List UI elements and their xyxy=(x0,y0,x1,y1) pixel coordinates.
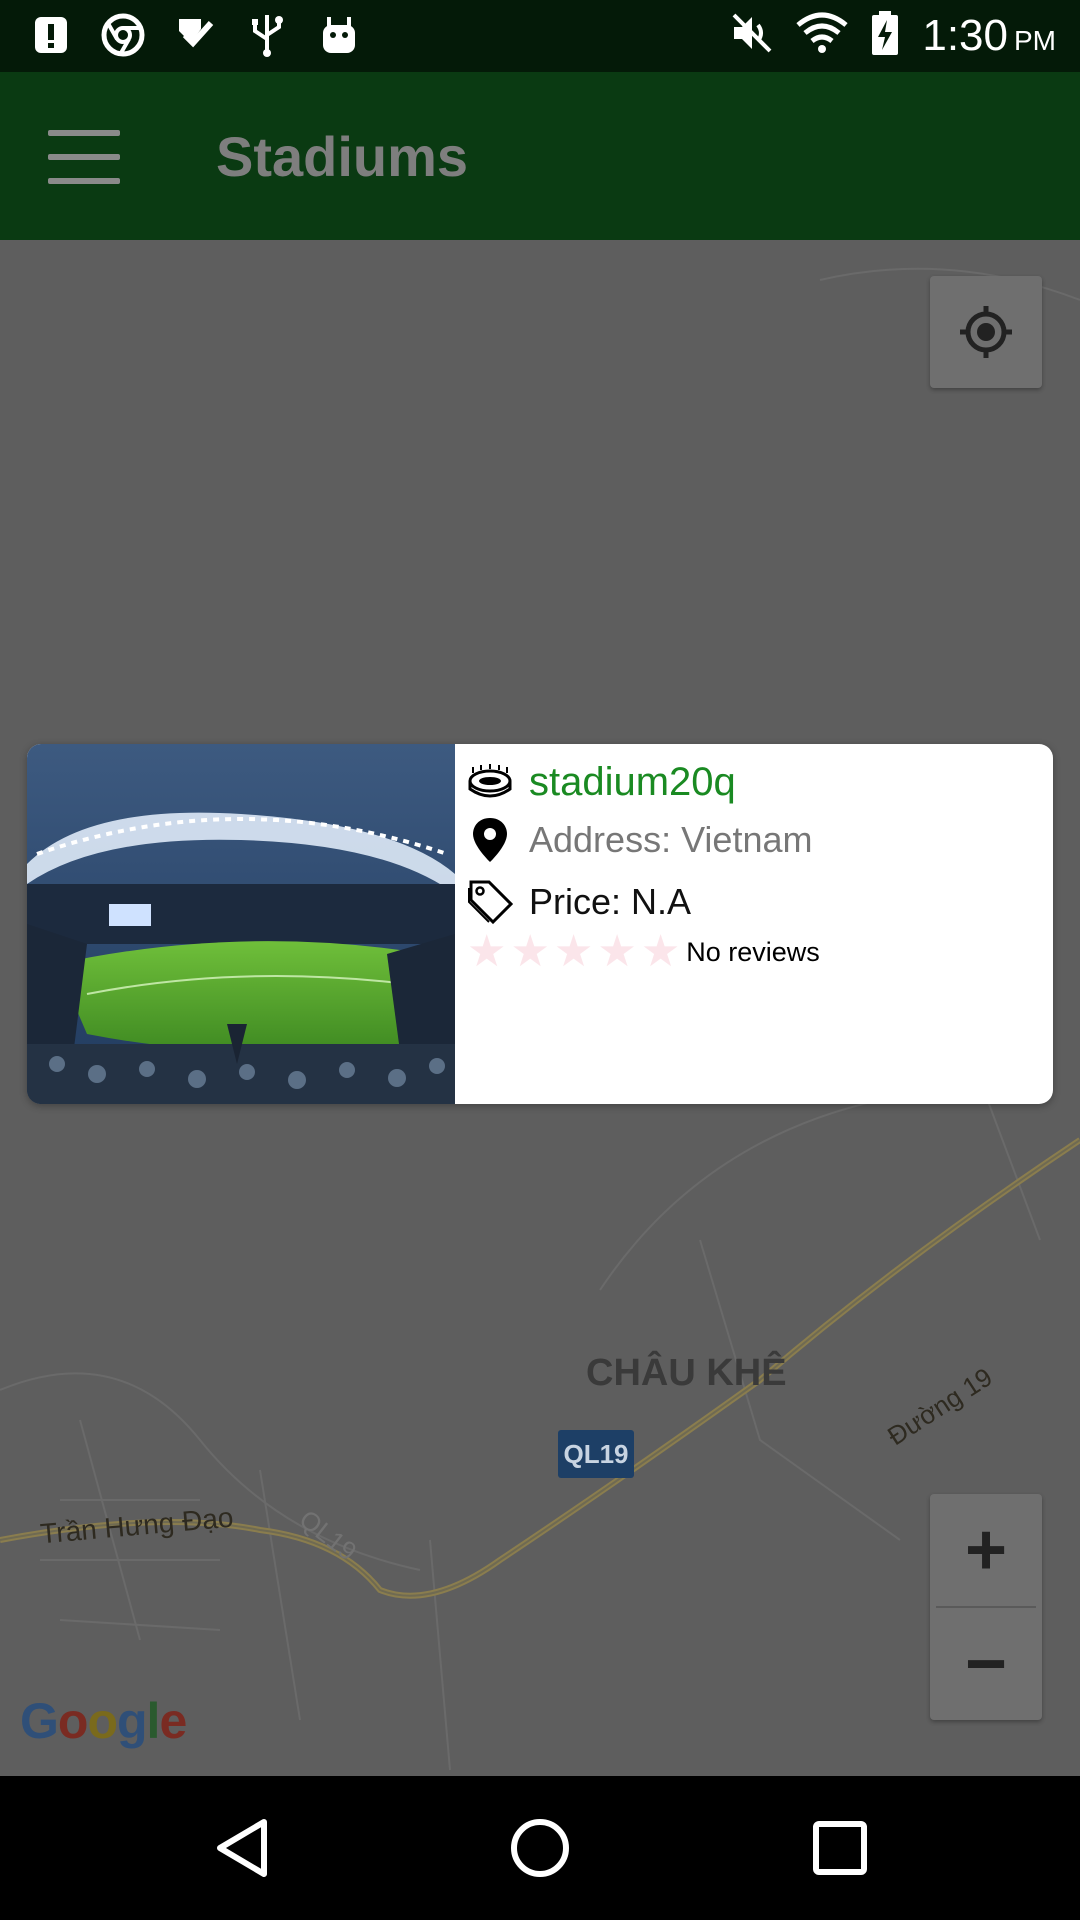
zoom-out-button[interactable]: − xyxy=(930,1608,1042,1720)
system-nav-bar xyxy=(0,1776,1080,1920)
highway-shield: QL19 xyxy=(558,1430,634,1478)
address-row: Address: Vietnam xyxy=(467,816,812,864)
star-icon: ★ xyxy=(597,927,637,976)
stadium-icon xyxy=(468,763,512,797)
price-row: Price: N.A xyxy=(467,878,691,926)
check-icon xyxy=(172,12,218,58)
google-logo: Google xyxy=(20,1693,187,1749)
location-pin-icon xyxy=(473,818,507,862)
stadium-photo xyxy=(27,744,455,1104)
android-icon xyxy=(316,12,362,58)
star-icon: ★ xyxy=(640,927,681,976)
reviews-count: No reviews xyxy=(686,936,820,967)
back-icon xyxy=(217,1819,267,1877)
rating-stars: ★ ★ ★ ★ ★ xyxy=(467,930,680,974)
wifi-icon xyxy=(796,11,848,60)
star-icon: ★ xyxy=(553,927,594,976)
usb-icon xyxy=(244,12,290,58)
my-location-icon xyxy=(960,306,1012,358)
hamburger-menu-icon[interactable] xyxy=(48,130,120,184)
zoom-in-button[interactable]: + xyxy=(930,1494,1042,1606)
back-button[interactable] xyxy=(172,1776,312,1920)
stadium-name-row: stadium20q xyxy=(467,760,736,805)
stadium-name[interactable]: stadium20q xyxy=(529,760,736,805)
stadium-price: Price: N.A xyxy=(529,881,692,922)
chrome-icon xyxy=(100,12,146,58)
status-bar: 1:30 PM xyxy=(0,0,1080,72)
star-icon: ★ xyxy=(467,927,507,976)
recents-button[interactable] xyxy=(770,1776,910,1920)
price-tag-icon xyxy=(468,880,513,925)
stadium-address: Address: Vietnam xyxy=(529,819,813,860)
app-bar: Stadiums xyxy=(0,72,1080,240)
system-status: 1:30 PM xyxy=(730,10,1056,61)
home-button[interactable] xyxy=(470,1776,610,1920)
stadium-details: stadium20q Address: Vietnam Price: N.A ★… xyxy=(467,744,1053,1104)
battery-charging-icon xyxy=(870,10,900,61)
star-icon: ★ xyxy=(510,927,550,976)
home-icon xyxy=(511,1819,569,1877)
notification-icons xyxy=(28,12,362,58)
recents-icon xyxy=(813,1821,867,1875)
zoom-controls: + − xyxy=(930,1494,1042,1720)
stadium-info-card[interactable]: stadium20q Address: Vietnam Price: N.A ★… xyxy=(27,744,1053,1104)
page-title: Stadiums xyxy=(216,125,469,188)
clock: 1:30 PM xyxy=(922,10,1056,60)
mute-icon xyxy=(730,11,774,60)
rating-row: ★ ★ ★ ★ ★ No reviews xyxy=(467,930,820,974)
alert-icon xyxy=(28,12,74,58)
region-label: CHÂU KHÊ xyxy=(586,1352,787,1394)
my-location-button[interactable] xyxy=(930,276,1042,388)
